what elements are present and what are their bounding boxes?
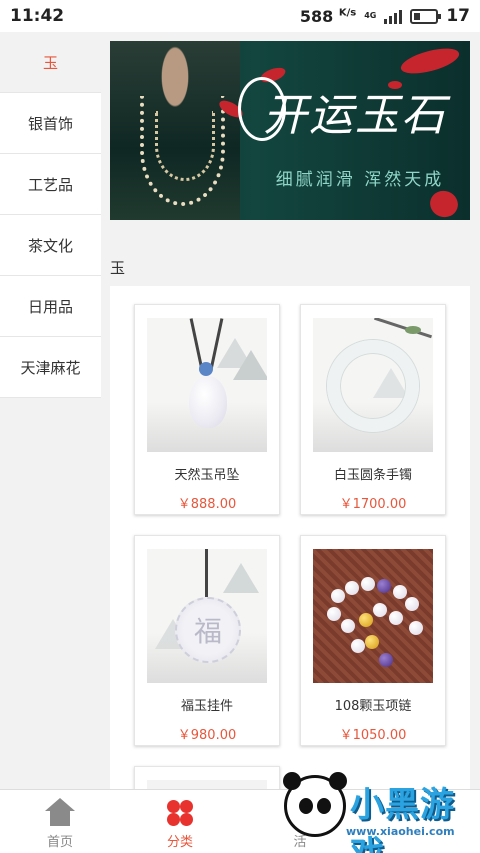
jade-bangle-image bbox=[313, 318, 433, 452]
sidebar-item-crafts[interactable]: 工艺品 bbox=[0, 154, 101, 215]
sidebar-item-daily-goods[interactable]: 日用品 bbox=[0, 276, 101, 337]
tab-category[interactable]: 分类 bbox=[120, 790, 240, 853]
main-content: 开运玉石 细腻润滑 浑然天成 玉 天然玉吊坠 ￥888.00 白玉圆条手镯 ￥1… bbox=[110, 41, 470, 806]
petal-decoration bbox=[426, 186, 462, 220]
signal-icon bbox=[384, 8, 403, 24]
sidebar-item-silver-jewelry[interactable]: 银首饰 bbox=[0, 93, 101, 154]
jade-pendant-image bbox=[147, 318, 267, 452]
tab-label: 首页 bbox=[46, 835, 73, 850]
product-price: ￥1050.00 bbox=[339, 728, 407, 743]
product-card[interactable]: 天然玉吊坠 ￥888.00 bbox=[134, 304, 280, 515]
jade-bead-necklace-image bbox=[313, 549, 433, 683]
tab-home[interactable]: 首页 bbox=[0, 790, 120, 853]
fu-character: 福 bbox=[175, 597, 241, 663]
product-price: ￥1700.00 bbox=[339, 497, 407, 512]
category-sidebar: 玉 银首饰 工艺品 茶文化 日用品 天津麻花 bbox=[0, 32, 101, 789]
petal-decoration bbox=[398, 43, 462, 79]
watermark-logo: 小黑游戏 www.xiaohei.com bbox=[283, 772, 474, 853]
status-time: 11:42 bbox=[10, 6, 65, 26]
product-name: 福玉挂件 bbox=[180, 699, 233, 714]
battery-level: 17 bbox=[446, 6, 470, 26]
watermark-url: www.xiaohei.com bbox=[346, 825, 455, 838]
product-name: 白玉圆条手镯 bbox=[333, 468, 412, 483]
product-name: 天然玉吊坠 bbox=[174, 468, 240, 483]
product-card[interactable]: 108颗玉项链 ￥1050.00 bbox=[300, 535, 446, 746]
product-card[interactable]: 福 福玉挂件 ￥980.00 bbox=[134, 535, 280, 746]
promo-banner[interactable]: 开运玉石 细腻润滑 浑然天成 bbox=[110, 41, 470, 220]
sidebar-item-tianjin-mahua[interactable]: 天津麻花 bbox=[0, 337, 101, 398]
product-price: ￥980.00 bbox=[177, 728, 237, 743]
watermark-text: 小黑游戏 bbox=[350, 785, 455, 853]
tab-label: 分类 bbox=[166, 835, 193, 850]
panda-icon bbox=[283, 772, 347, 837]
fu-jade-charm-image: 福 bbox=[147, 549, 267, 683]
network-speed: 588 K/s bbox=[299, 6, 357, 26]
product-price: ￥888.00 bbox=[177, 497, 237, 512]
sidebar-item-jade[interactable]: 玉 bbox=[0, 32, 101, 93]
category-icon bbox=[165, 798, 195, 828]
battery-icon bbox=[410, 8, 442, 24]
network-type: 4G bbox=[364, 11, 377, 20]
product-card[interactable]: 白玉圆条手镯 ￥1700.00 bbox=[300, 304, 446, 515]
banner-title: 开运玉石 bbox=[263, 90, 447, 141]
home-icon bbox=[45, 798, 75, 828]
sidebar-item-tea-culture[interactable]: 茶文化 bbox=[0, 215, 101, 276]
section-title: 玉 bbox=[110, 259, 126, 277]
product-name: 108颗玉项链 bbox=[334, 699, 412, 714]
product-panel: 天然玉吊坠 ￥888.00 白玉圆条手镯 ￥1700.00 福 福玉挂件 ￥98… bbox=[110, 286, 470, 806]
banner-subtitle: 细腻润滑 浑然天成 bbox=[275, 170, 445, 190]
status-bar: 11:42 588 K/s 4G 17 bbox=[0, 0, 480, 32]
